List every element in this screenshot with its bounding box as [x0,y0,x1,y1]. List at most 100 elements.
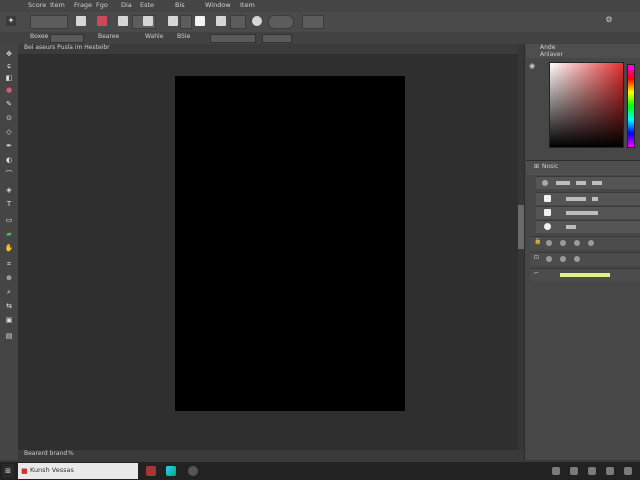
document-canvas[interactable] [175,76,405,411]
lock-icon[interactable]: 🔒 [534,238,541,245]
menu-item[interactable]: Item [240,1,255,9]
properties-row[interactable]: ⌐ [530,268,640,281]
new-button[interactable] [76,16,86,26]
style-icon[interactable]: ⌐ [534,270,539,277]
search-icon[interactable]: ⌕ [4,288,14,297]
zoom-icon[interactable]: ⊕ [4,274,14,283]
status-ratio: % [68,450,74,457]
option-label[interactable]: Boxee [30,33,48,40]
option-dot[interactable] [560,256,566,262]
color-swap-icon[interactable]: ⇆ [4,302,14,311]
menu-item[interactable]: Item [50,1,65,9]
option-field[interactable] [262,34,292,43]
settings-icon[interactable]: ⚙ [604,15,614,25]
option-field[interactable] [210,34,256,43]
tool-preset-field[interactable] [30,15,68,29]
text-icon[interactable]: T [4,200,14,209]
layer-name-bar [566,211,598,215]
blend-field[interactable] [230,15,246,29]
app-icon: ✦ [6,16,16,26]
properties-row[interactable]: ⊡ [530,252,640,265]
taskbar-app-icon[interactable] [166,466,176,476]
menu-item[interactable]: Dia [121,1,132,9]
dodge-icon[interactable]: ◐ [4,156,14,165]
eraser-icon[interactable]: ◇ [4,128,14,137]
tray-icon[interactable] [570,467,578,475]
fg-bg-color-icon[interactable]: ▣ [4,316,14,325]
option-field[interactable] [50,34,84,43]
lasso-icon[interactable]: ɕ [4,62,14,71]
layer-row[interactable] [536,206,640,219]
option-label[interactable]: BSIe [177,33,190,40]
option-dot[interactable] [588,240,594,246]
layer-row[interactable] [536,220,640,233]
menu-item[interactable]: Bis [175,1,185,9]
path-icon[interactable]: ⌒ [4,170,14,179]
shape-icon[interactable]: ▭ [4,216,14,225]
layer-name-bar [566,225,576,229]
option-dot[interactable] [574,240,580,246]
menu-item[interactable]: Window [205,1,231,9]
toolbar: ✦ ⚙ [0,12,640,33]
save-button[interactable] [118,16,128,26]
layer-name-bar [592,181,602,185]
properties-row[interactable]: 🔒 [530,236,640,249]
layer-thumbnail [544,209,551,216]
mask-button[interactable] [252,16,262,26]
document-tab[interactable]: Bei aseurs Pusla im Hesteibr [18,44,520,54]
menu-item[interactable]: Score [28,1,46,9]
option-dot[interactable] [560,240,566,246]
move-icon[interactable]: ✥ [4,50,14,59]
tray-icon[interactable] [624,467,632,475]
crop-icon[interactable]: ⌗ [4,260,14,269]
status-zoom: Bearerd brand [24,450,68,457]
layer-name-bar [592,197,598,201]
eyedropper-icon[interactable]: ▰ [4,230,14,239]
brush-icon[interactable]: ✎ [4,100,14,109]
visibility-icon[interactable] [542,180,548,186]
taskbar-app-button[interactable]: ■ Kunsh Vessas [18,463,138,479]
option-field[interactable] [180,15,192,29]
tray-icon[interactable] [606,467,614,475]
menu-bar: Score Item Frage Fgo Dia Este Bis Window… [0,0,640,12]
layer-button[interactable] [216,16,226,26]
heal-icon[interactable]: ● [4,86,14,95]
option-dot[interactable] [574,256,580,262]
opacity-field[interactable] [268,15,294,29]
fill-button[interactable] [195,16,205,26]
menu-item[interactable]: Este [140,1,154,9]
color-tab[interactable]: Ande [540,44,555,51]
layer-name-bar [576,181,586,185]
tray-icon[interactable] [552,467,560,475]
link-icon[interactable]: ⊡ [534,254,539,261]
view-field[interactable] [302,15,324,29]
option-label[interactable]: Wahle [145,33,163,40]
taskbar-app-icon[interactable] [188,466,198,476]
option-dot[interactable] [546,256,552,262]
hand-icon[interactable]: ✋ [4,244,14,253]
select-icon[interactable]: ◧ [4,74,14,83]
mask-mode-icon[interactable]: ▤ [4,332,14,341]
layers-tab[interactable]: Nosic [542,163,558,170]
taskbar-app-icon[interactable] [146,466,156,476]
option-dot[interactable] [546,240,552,246]
color-picker[interactable] [549,62,624,148]
layer-row[interactable] [536,192,640,205]
swatches-icon[interactable]: ◉ [529,62,535,70]
layers-panel-header: ⊞ Nosic [526,160,640,175]
hue-slider[interactable] [627,64,635,148]
gradient-icon[interactable]: ◈ [4,186,14,195]
menu-item[interactable]: Fgo [96,1,108,9]
pen-icon[interactable]: ✒ [4,142,14,151]
transform-button[interactable] [168,16,178,26]
stamp-icon[interactable]: ⊙ [4,114,14,123]
layer-row[interactable] [536,176,640,189]
menu-item[interactable]: Frage [74,1,92,9]
option-label[interactable]: Bearee [98,33,119,40]
color-subtab[interactable]: Anlaver [540,51,563,58]
start-button[interactable]: ⊞ [2,464,14,478]
style-bar [560,273,610,277]
undo-button[interactable] [143,16,153,26]
color-swatch-button[interactable] [97,16,107,26]
tray-icon[interactable] [588,467,596,475]
